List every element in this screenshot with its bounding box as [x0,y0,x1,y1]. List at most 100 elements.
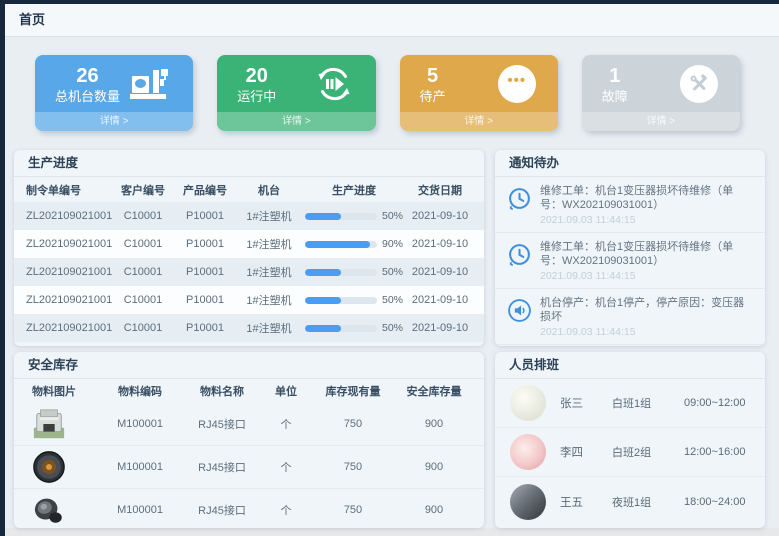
card-total-machines[interactable]: 26 总机台数量 详情 > [35,55,193,131]
progress-cell: 50% [300,294,408,306]
total-machines-label: 总机台数量 [55,89,120,105]
date-cell: 2021-09-10 [408,322,472,334]
date-cell: 2021-09-10 [408,294,472,306]
running-label: 运行中 [237,89,276,105]
avatar [510,484,546,520]
table-row: ZL202109021001 C10001 P10001 1#注塑机 90% 2… [14,230,484,258]
notification-item[interactable]: 维修工单：机台1变压器损坏待维修（单号：WX202109031001） 2021… [495,233,765,289]
material-image-cell [26,450,98,484]
progress-fill [305,325,341,332]
table-header-row: 物料图片 物料编码 物料名称 单位 库存现有量 安全库存量 [14,379,484,403]
material-code-cell: M100001 [98,418,182,430]
column-header: 物料名称 [182,383,262,399]
tab-home[interactable]: 首页 [5,4,45,36]
progress-cell: 50% [300,266,408,278]
table-row: M100001 RJ45接口 个 750 900 [14,489,484,528]
stat-cards: 26 总机台数量 详情 > 20 运行中 [35,55,740,131]
product-cell: P10001 [172,238,238,250]
product-cell: P10001 [172,266,238,278]
safety-stock-cell: 900 [396,418,472,430]
card-pending[interactable]: 5 待产 ••• 详情 > [400,55,558,131]
notification-item[interactable]: 维修工单：机台1变压器损坏待维修（单号：WX202109031001） 2021… [495,177,765,233]
person-name: 张三 [560,395,612,411]
material-code-cell: M100001 [98,461,182,473]
card-text: 5 待产 [420,65,446,105]
ellipsis-glyph: ••• [507,76,526,86]
progress-bar [305,213,377,220]
clock-icon [507,242,532,267]
order-cell: ZL202109021001 [26,322,114,334]
schedule-row: 张三 白班1组 09:00~12:00 [495,379,765,428]
column-header: 客户编号 [114,182,172,198]
unit-cell: 个 [262,416,310,432]
progress-fill [305,213,341,220]
schedule-row: 王五 夜班1组 18:00~24:00 [495,477,765,526]
column-header: 产品编号 [172,182,238,198]
notification-item[interactable]: 机台停产：机台1停产，停产原因：变压器损坏 2021.09.03 11:44:1… [495,289,765,345]
stock-cell: 750 [310,504,396,516]
notification-body: 机台停产：机台1停产，停产原因：变压器损坏 2021.09.03 11:44:1… [540,296,755,338]
panel-title: 通知待办 [495,150,765,177]
notification-item[interactable]: 计划暂停：机台1生产计划已暂停 2021.09.03 11:44:15 [495,345,765,346]
shift-time: 09:00~12:00 [684,397,753,409]
notification-text: 机台停产：机台1停产，停产原因：变压器损坏 [540,296,755,324]
column-header: 物料编码 [98,383,182,399]
cone-speaker-image [32,493,66,527]
progress-percent: 50% [382,294,403,306]
table-row: M100001 RJ45接口 个 750 900 [14,446,484,489]
card-detail-link[interactable]: 详情 > [217,112,375,131]
progress-bar [305,241,377,248]
pending-dots-icon: ••• [498,65,536,103]
progress-bar [305,325,377,332]
card-fault[interactable]: 1 故障 详情 > [582,55,740,131]
progress-fill [305,241,370,248]
card-body: 20 运行中 [217,55,375,112]
date-cell: 2021-09-10 [408,210,472,222]
avatar [510,385,546,421]
card-detail-link[interactable]: 详情 > [35,112,193,131]
order-cell: ZL202109021001 [26,266,114,278]
avatar [510,434,546,470]
machine-cell: 1#注塑机 [238,208,300,224]
column-header: 制令单编号 [26,182,114,198]
progress-cell: 90% [300,238,408,250]
machine-cell: 1#注塑机 [238,236,300,252]
unit-cell: 个 [262,502,310,518]
table-header-row: 制令单编号 客户编号 产品编号 机台 生产进度 交货日期 [14,177,484,202]
stock-cell: 750 [310,461,396,473]
panel-title: 安全库存 [14,352,484,379]
person-name: 李四 [560,444,612,460]
material-code-cell: M100001 [98,504,182,516]
date-cell: 2021-09-10 [408,238,472,250]
material-name-cell: RJ45接口 [182,416,262,432]
column-header: 库存现有量 [310,383,396,399]
person-name: 王五 [560,494,612,510]
progress-bar [305,297,377,304]
progress-percent: 90% [382,238,403,250]
customer-cell: C10001 [114,294,172,306]
notification-time: 2021.09.03 11:44:15 [540,326,755,338]
product-cell: P10001 [172,322,238,334]
machine-icon [129,67,171,101]
material-image-cell [26,493,98,527]
table-row: ZL202109021001 C10001 P10001 1#注塑机 50% 2… [14,286,484,314]
horizontal-scrollbar[interactable] [5,528,779,536]
customer-cell: C10001 [114,266,172,278]
shift-time: 18:00~24:00 [684,496,753,508]
running-icon [314,64,354,104]
tab-bar: 首页 [5,4,779,37]
progress-fill [305,269,341,276]
card-detail-link[interactable]: 详情 > [582,112,740,131]
schedule-row: 李四 白班2组 12:00~16:00 [495,428,765,477]
card-running[interactable]: 20 运行中 详情 > [217,55,375,131]
progress-bar [305,269,377,276]
material-name-cell: RJ45接口 [182,502,262,518]
card-body: 1 故障 [582,55,740,112]
pending-value: 5 [420,65,446,87]
card-text: 26 总机台数量 [55,65,120,105]
card-detail-link[interactable]: 详情 > [400,112,558,131]
order-cell: ZL202109021001 [26,238,114,250]
safety-stock-panel: 安全库存 物料图片 物料编码 物料名称 单位 库存现有量 安全库存量 M1000… [14,352,484,528]
material-image-cell [26,407,98,441]
fault-value: 1 [602,65,628,87]
